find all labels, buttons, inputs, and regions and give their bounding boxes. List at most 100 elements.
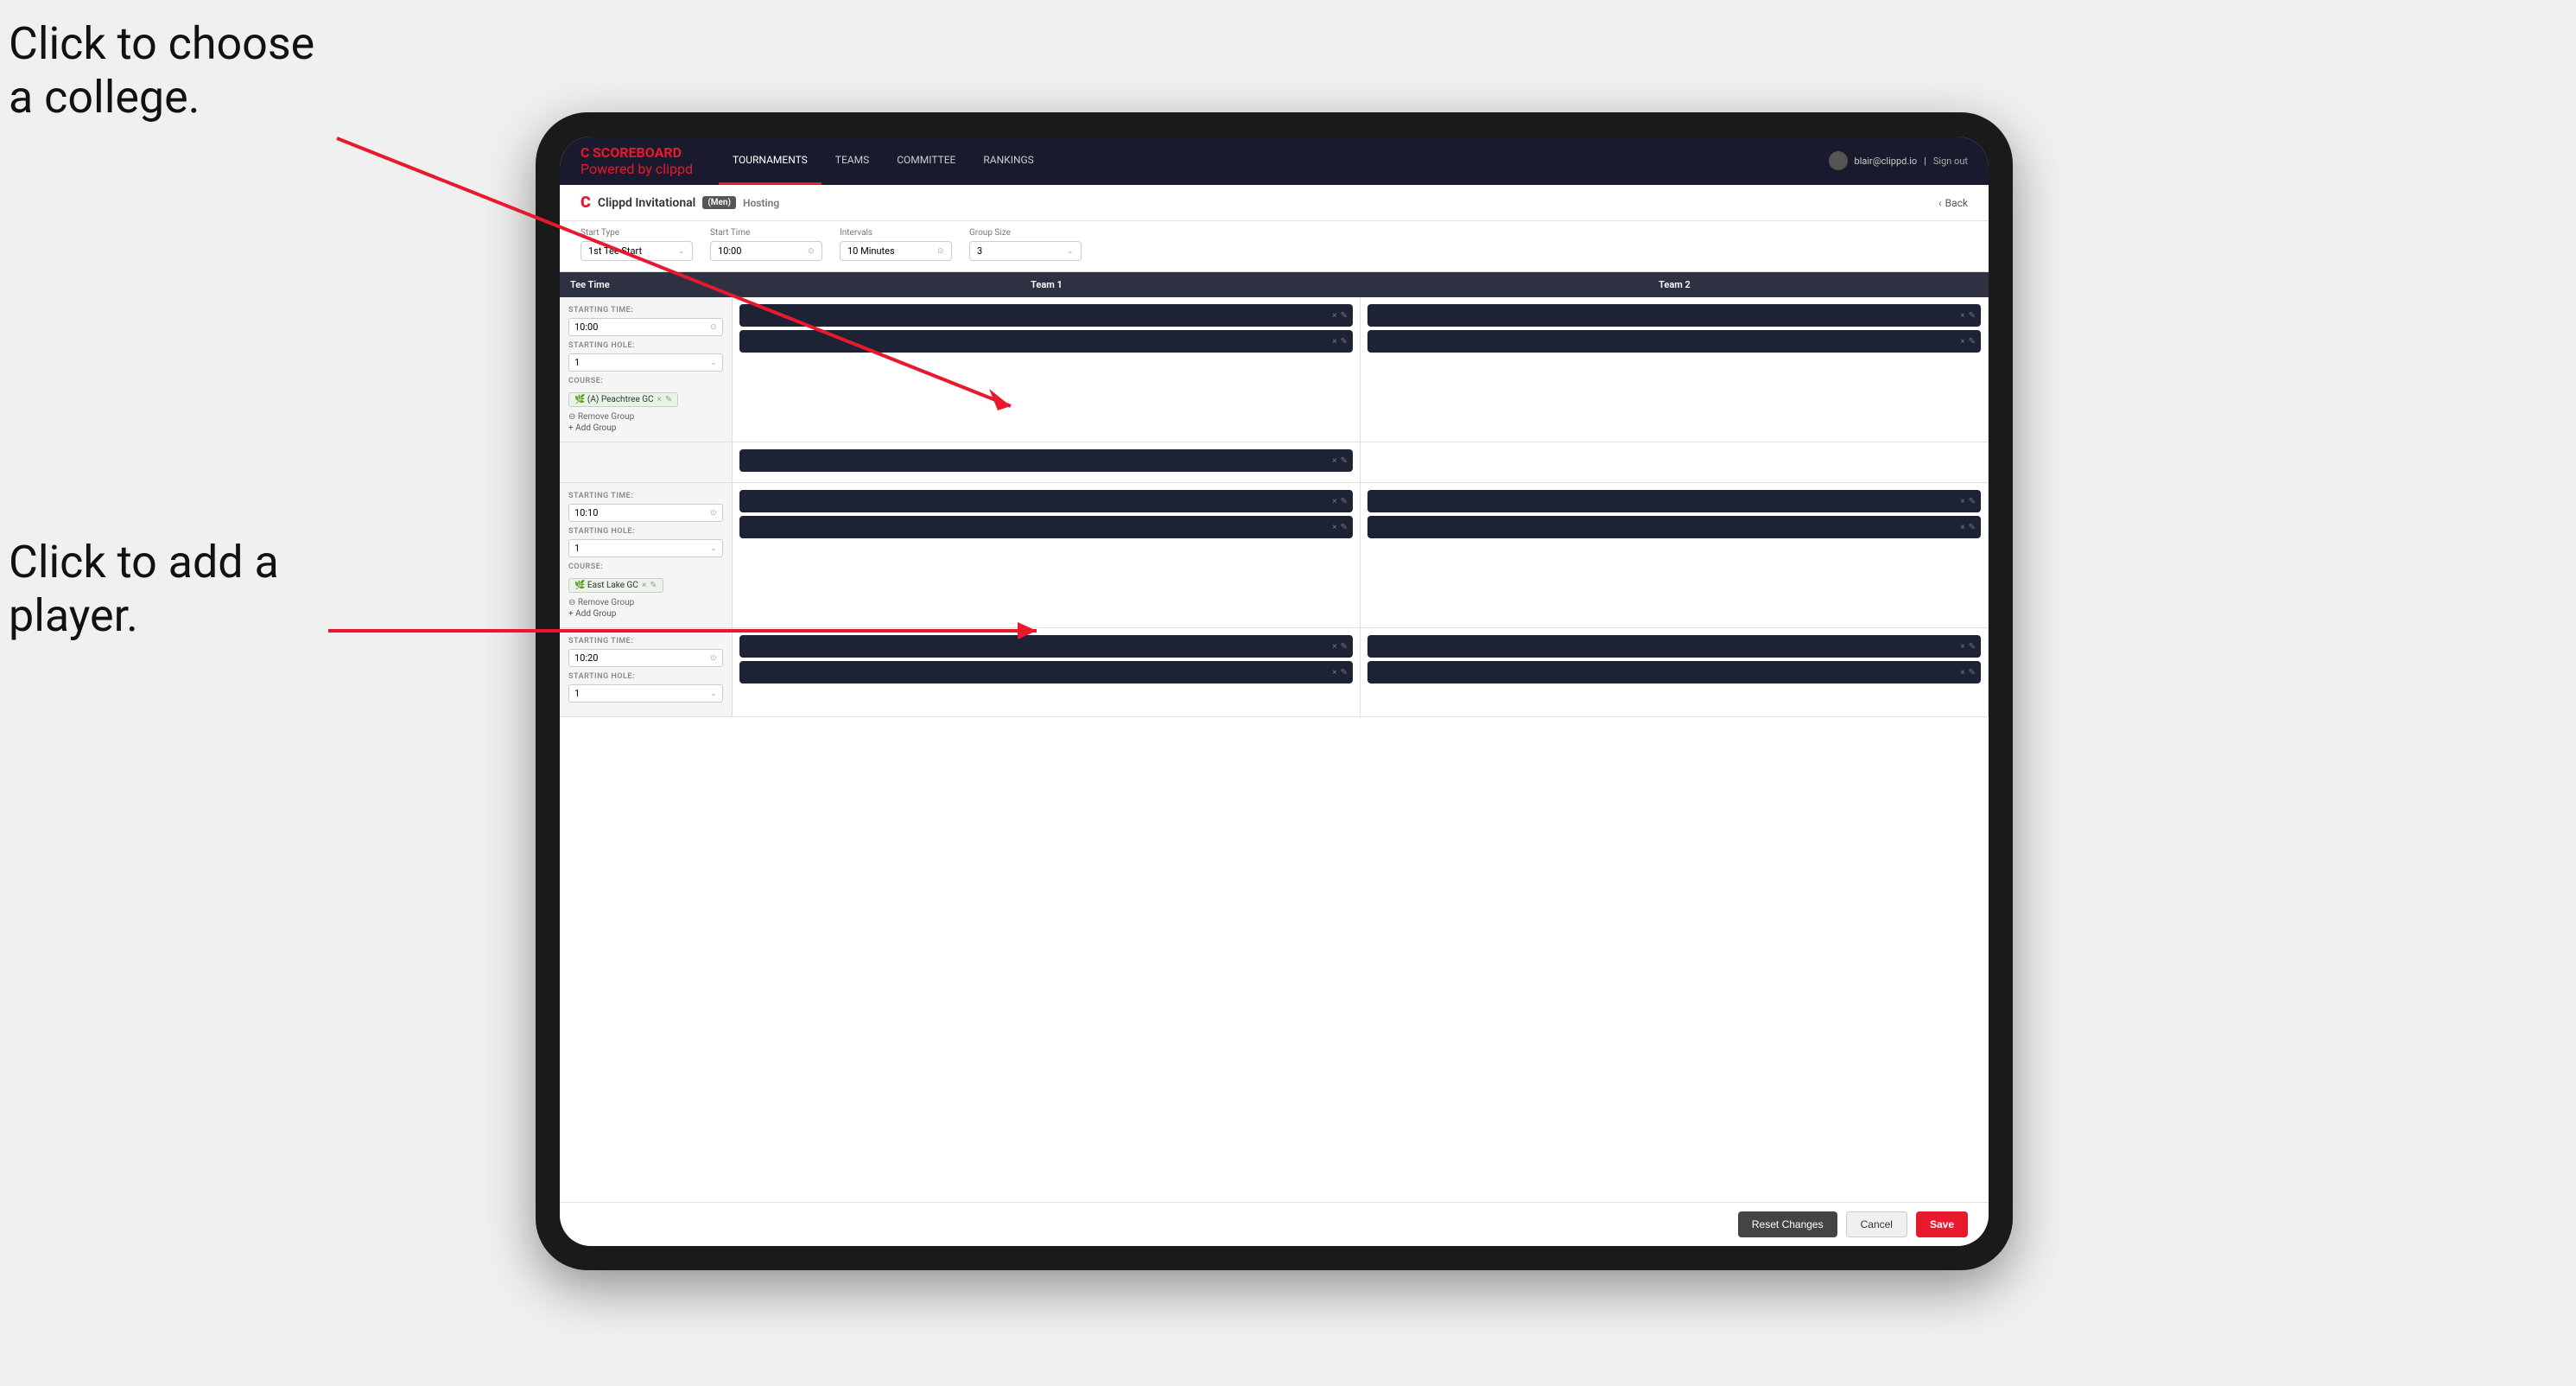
annotation-add-player: Click to add a player.	[9, 536, 302, 644]
player-slot-t1g3-1[interactable]: × ✎	[739, 635, 1353, 658]
player-slot-t1g1-2[interactable]: × ✎	[739, 330, 1353, 353]
tee-group-1: STARTING TIME: 10:00⊙ STARTING HOLE: 1⌄ …	[560, 297, 1989, 442]
course-badge-2: 🌿 East Lake GC × ✎	[568, 578, 663, 593]
edit-course-1[interactable]: ✎	[665, 395, 672, 404]
player-slot-t2g3-1[interactable]: × ✎	[1367, 635, 1981, 658]
remove-course-1[interactable]: ×	[657, 395, 662, 404]
nav-link-committee[interactable]: COMMITTEE	[883, 137, 969, 185]
starting-hole-input-1[interactable]: 1⌄	[568, 353, 723, 372]
course-label-1: COURSE:	[568, 377, 723, 385]
slot-x-btn[interactable]: ×	[1332, 337, 1336, 346]
nav-link-tournaments[interactable]: TOURNAMENTS	[719, 137, 822, 185]
slot-x-btn[interactable]: ×	[1332, 311, 1336, 321]
player-slot-t2g1-2[interactable]: × ✎	[1367, 330, 1981, 353]
remove-group-1[interactable]: ⊖ Remove Group	[568, 412, 723, 422]
intervals-label: Intervals	[840, 228, 952, 238]
team1-col-1: × ✎ × ✎	[733, 297, 1361, 442]
team2-sub-1	[1361, 442, 1989, 482]
remove-course-2[interactable]: ×	[642, 581, 646, 590]
add-group-2[interactable]: + Add Group	[568, 609, 723, 619]
edit-course-2[interactable]: ✎	[650, 581, 657, 590]
tablet-frame: C SCOREBOARD Powered by clippd TOURNAMEN…	[536, 112, 2013, 1270]
th-team2: Team 2	[1361, 272, 1989, 297]
back-button[interactable]: ‹ Back	[1938, 197, 1968, 209]
slot-edit-btn[interactable]: ✎	[1341, 337, 1348, 346]
player-slot-t2g1-1[interactable]: × ✎	[1367, 304, 1981, 327]
tournament-title: C Clippd Invitational (Men) Hosting	[581, 194, 779, 212]
player-slot-t1g3-2[interactable]: × ✎	[739, 661, 1353, 683]
start-type-label: Start Type	[581, 228, 693, 238]
user-avatar	[1829, 151, 1848, 170]
team1-col-3: × ✎ × ✎	[733, 628, 1361, 716]
start-time-label: Start Time	[710, 228, 822, 238]
intervals-select[interactable]: 10 Minutes ⊙	[840, 241, 952, 261]
tee-group-3: STARTING TIME: 10:20⊙ STARTING HOLE: 1⌄ …	[560, 628, 1989, 717]
slot-edit-btn[interactable]: ✎	[1341, 311, 1348, 321]
player-slot-t2g3-2[interactable]: × ✎	[1367, 661, 1981, 683]
starting-hole-label-3: STARTING HOLE:	[568, 672, 723, 681]
player-slot-t2g2-2[interactable]: × ✎	[1367, 516, 1981, 538]
footer-bar: Reset Changes Cancel Save	[560, 1202, 1989, 1246]
scroll-area[interactable]: STARTING TIME: 10:00⊙ STARTING HOLE: 1⌄ …	[560, 297, 1989, 1202]
starting-hole-label-2: STARTING HOLE:	[568, 527, 723, 536]
tee-controls-2: STARTING TIME: 10:10⊙ STARTING HOLE: 1⌄ …	[560, 483, 733, 627]
tournament-name: Clippd Invitational	[598, 196, 696, 210]
cancel-button[interactable]: Cancel	[1846, 1211, 1907, 1237]
group-size-group: Group Size 3 ⌄	[969, 228, 1082, 261]
team2-col-3: × ✎ × ✎	[1361, 628, 1989, 716]
th-tee-time: Tee Time	[560, 272, 733, 297]
remove-group-2[interactable]: ⊖ Remove Group	[568, 598, 723, 607]
slot-edit-btn[interactable]: ✎	[1969, 337, 1976, 346]
th-team1: Team 1	[733, 272, 1361, 297]
nav-link-teams[interactable]: TEAMS	[822, 137, 883, 185]
hosting-label: Hosting	[743, 197, 779, 209]
course-sub-1	[560, 442, 733, 482]
starting-hole-input-2[interactable]: 1⌄	[568, 539, 723, 557]
player-slot-sub-t1g1-1[interactable]: × ✎	[739, 449, 1353, 472]
starting-time-label-3: STARTING TIME:	[568, 637, 723, 645]
tee-controls-1: STARTING TIME: 10:00⊙ STARTING HOLE: 1⌄ …	[560, 297, 733, 442]
team2-col-2: × ✎ × ✎	[1361, 483, 1989, 627]
start-time-select[interactable]: 10:00 ⊙	[710, 241, 822, 261]
tee-group-2: STARTING TIME: 10:10⊙ STARTING HOLE: 1⌄ …	[560, 483, 1989, 628]
c-logo-icon: C	[581, 194, 591, 212]
nav-link-rankings[interactable]: RANKINGS	[969, 137, 1047, 185]
starting-hole-input-3[interactable]: 1⌄	[568, 684, 723, 703]
team2-col-1: × ✎ × ✎	[1361, 297, 1989, 442]
group-actions-1: ⊖ Remove Group + Add Group	[568, 412, 723, 433]
save-button[interactable]: Save	[1916, 1211, 1968, 1237]
table-header: Tee Time Team 1 Team 2	[560, 272, 1989, 297]
sub-header: C Clippd Invitational (Men) Hosting ‹ Ba…	[560, 185, 1989, 221]
separator: |	[1924, 156, 1926, 167]
nav-bar: C SCOREBOARD Powered by clippd TOURNAMEN…	[560, 137, 1989, 185]
player-slot-t1g1-1[interactable]: × ✎	[739, 304, 1353, 327]
reset-button[interactable]: Reset Changes	[1738, 1211, 1837, 1237]
starting-time-input-2[interactable]: 10:10⊙	[568, 504, 723, 522]
nav-user: blair@clippd.io | Sign out	[1829, 151, 1968, 170]
start-type-group: Start Type 1st Tee Start ⌄	[581, 228, 693, 261]
nav-logo-sub: Powered by clippd	[581, 161, 693, 177]
tablet-screen: C SCOREBOARD Powered by clippd TOURNAMEN…	[560, 137, 1989, 1246]
player-slot-t1g2-1[interactable]: × ✎	[739, 490, 1353, 512]
sub-row-1: × ✎	[560, 442, 1989, 483]
group-size-select[interactable]: 3 ⌄	[969, 241, 1082, 261]
starting-time-input-3[interactable]: 10:20⊙	[568, 649, 723, 667]
slot-x-btn[interactable]: ×	[1960, 337, 1964, 346]
group-size-label: Group Size	[969, 228, 1082, 238]
nav-links: TOURNAMENTS TEAMS COMMITTEE RANKINGS	[719, 137, 1829, 185]
starting-time-input-1[interactable]: 10:00⊙	[568, 318, 723, 336]
user-email: blair@clippd.io	[1855, 156, 1918, 167]
add-group-1[interactable]: + Add Group	[568, 423, 723, 433]
slot-x-btn[interactable]: ×	[1960, 311, 1964, 321]
slot-x-btn[interactable]: ×	[1332, 456, 1336, 466]
team1-sub-1: × ✎	[733, 442, 1361, 482]
player-slot-t1g2-2[interactable]: × ✎	[739, 516, 1353, 538]
slot-edit-btn[interactable]: ✎	[1341, 456, 1348, 466]
sign-out-link[interactable]: Sign out	[1933, 156, 1968, 167]
annotation-choose-college: Click to choose a college.	[9, 17, 337, 125]
course-badge-1: 🌿 (A) Peachtree GC × ✎	[568, 392, 678, 407]
player-slot-t2g2-1[interactable]: × ✎	[1367, 490, 1981, 512]
course-label-2: COURSE:	[568, 563, 723, 571]
start-type-select[interactable]: 1st Tee Start ⌄	[581, 241, 693, 261]
slot-edit-btn[interactable]: ✎	[1969, 311, 1976, 321]
